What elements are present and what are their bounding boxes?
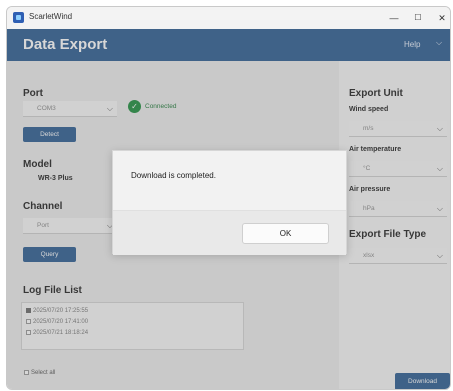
dialog-footer: OK [113,210,346,255]
close-button[interactable]: ✕ [431,10,450,26]
title-bar: ScarletWind — ☐ ✕ [7,7,450,29]
download-complete-dialog: Download is completed. OK [112,150,347,255]
dialog-message: Download is completed. [131,171,216,180]
window-title: ScarletWind [29,12,73,21]
app-logo-icon [13,12,24,23]
ok-button[interactable]: OK [242,223,329,244]
minimize-button[interactable]: — [383,10,405,26]
maximize-button[interactable]: ☐ [407,10,429,26]
